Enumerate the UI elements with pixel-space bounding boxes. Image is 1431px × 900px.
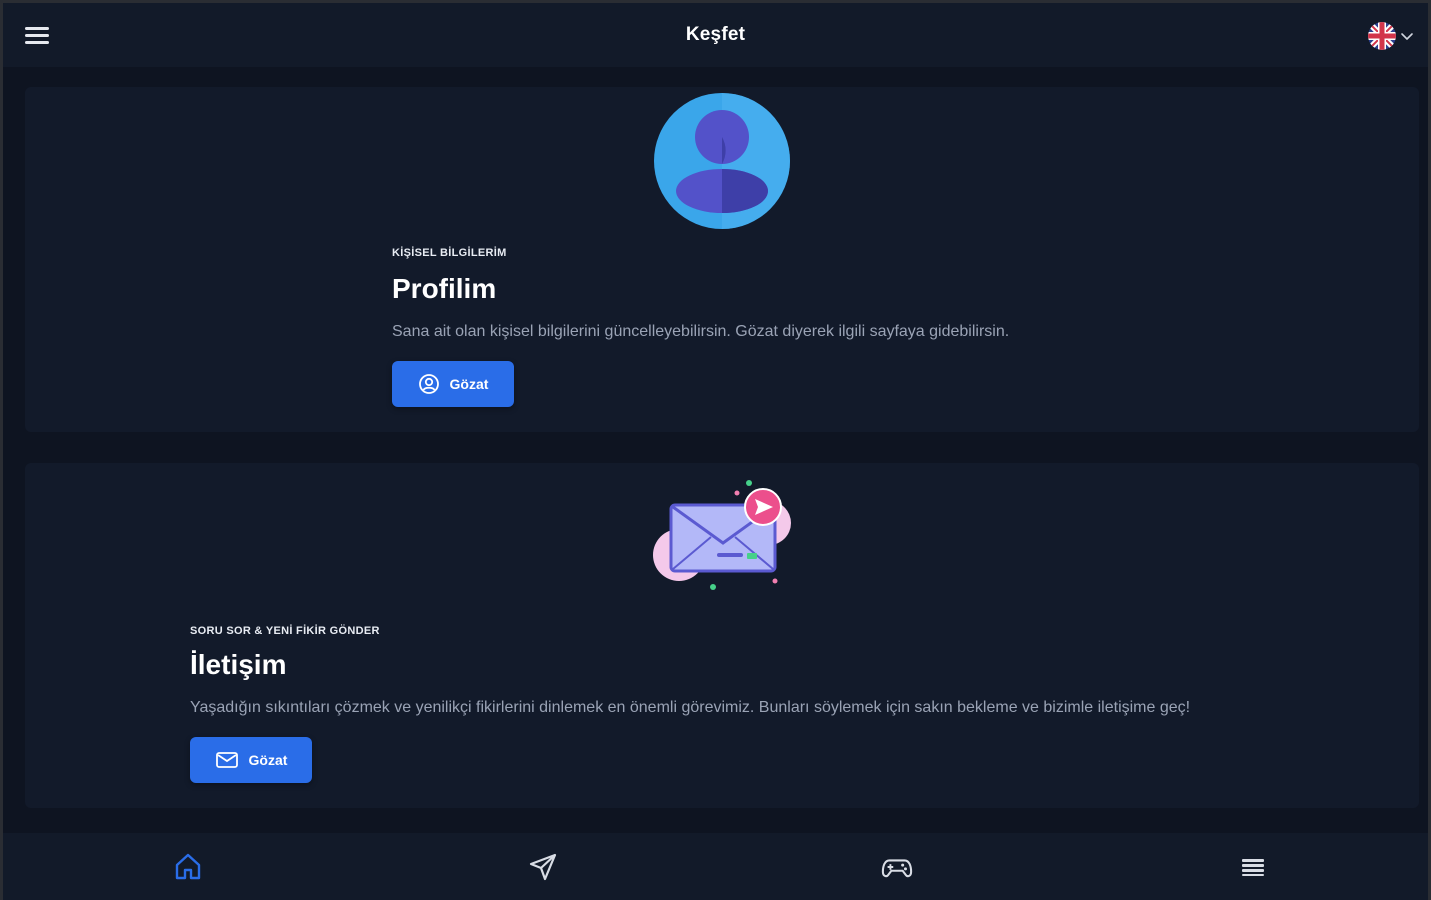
hamburger-icon-line bbox=[25, 40, 49, 44]
contact-browse-button[interactable]: Gözat bbox=[190, 737, 312, 783]
language-selector[interactable] bbox=[1368, 22, 1416, 50]
nav-home[interactable] bbox=[172, 851, 204, 883]
hamburger-icon-line bbox=[25, 26, 49, 30]
uk-flag-icon bbox=[1368, 22, 1396, 50]
contact-browse-label: Gözat bbox=[248, 752, 288, 768]
send-icon bbox=[529, 853, 557, 881]
page-title: Keşfet bbox=[685, 24, 746, 45]
contact-description: Yaşadığın sıkıntıları çözmek ve yenilikç… bbox=[190, 699, 1191, 716]
user-circle-icon bbox=[418, 374, 439, 394]
profile-card: KİŞİSEL BİLGİLERİM Profilim Sana ait ola… bbox=[25, 87, 1419, 432]
profile-description: Sana ait olan kişisel bilgilerini güncel… bbox=[392, 323, 1010, 340]
user-avatar-icon bbox=[654, 93, 790, 229]
list-icon bbox=[1242, 859, 1264, 876]
nav-list[interactable] bbox=[1237, 851, 1269, 883]
home-icon bbox=[175, 853, 201, 880]
gamepad-icon bbox=[881, 859, 913, 878]
contact-title: İletişim bbox=[190, 649, 287, 680]
nav-send[interactable] bbox=[527, 851, 559, 883]
hamburger-menu-button[interactable] bbox=[25, 23, 53, 47]
contact-card: SORU SOR & YENİ FİKİR GÖNDER İletişim Ya… bbox=[25, 463, 1419, 808]
contact-eyebrow: SORU SOR & YENİ FİKİR GÖNDER bbox=[190, 625, 380, 637]
chevron-down-icon bbox=[1401, 33, 1413, 40]
app-window: Keşfet KİŞİSEL BİLGİLERİM Profilim Sana … bbox=[0, 0, 1431, 900]
hamburger-icon-line bbox=[25, 33, 49, 37]
profile-eyebrow: KİŞİSEL BİLGİLERİM bbox=[392, 247, 507, 259]
mail-icon bbox=[215, 752, 238, 768]
nav-games[interactable] bbox=[881, 851, 913, 883]
profile-title: Profilim bbox=[392, 273, 497, 304]
bottom-navigation bbox=[3, 833, 1428, 900]
profile-browse-label: Gözat bbox=[449, 376, 489, 392]
top-bar: Keşfet bbox=[3, 3, 1428, 67]
mail-illustration-icon bbox=[653, 480, 791, 590]
profile-browse-button[interactable]: Gözat bbox=[392, 361, 514, 407]
